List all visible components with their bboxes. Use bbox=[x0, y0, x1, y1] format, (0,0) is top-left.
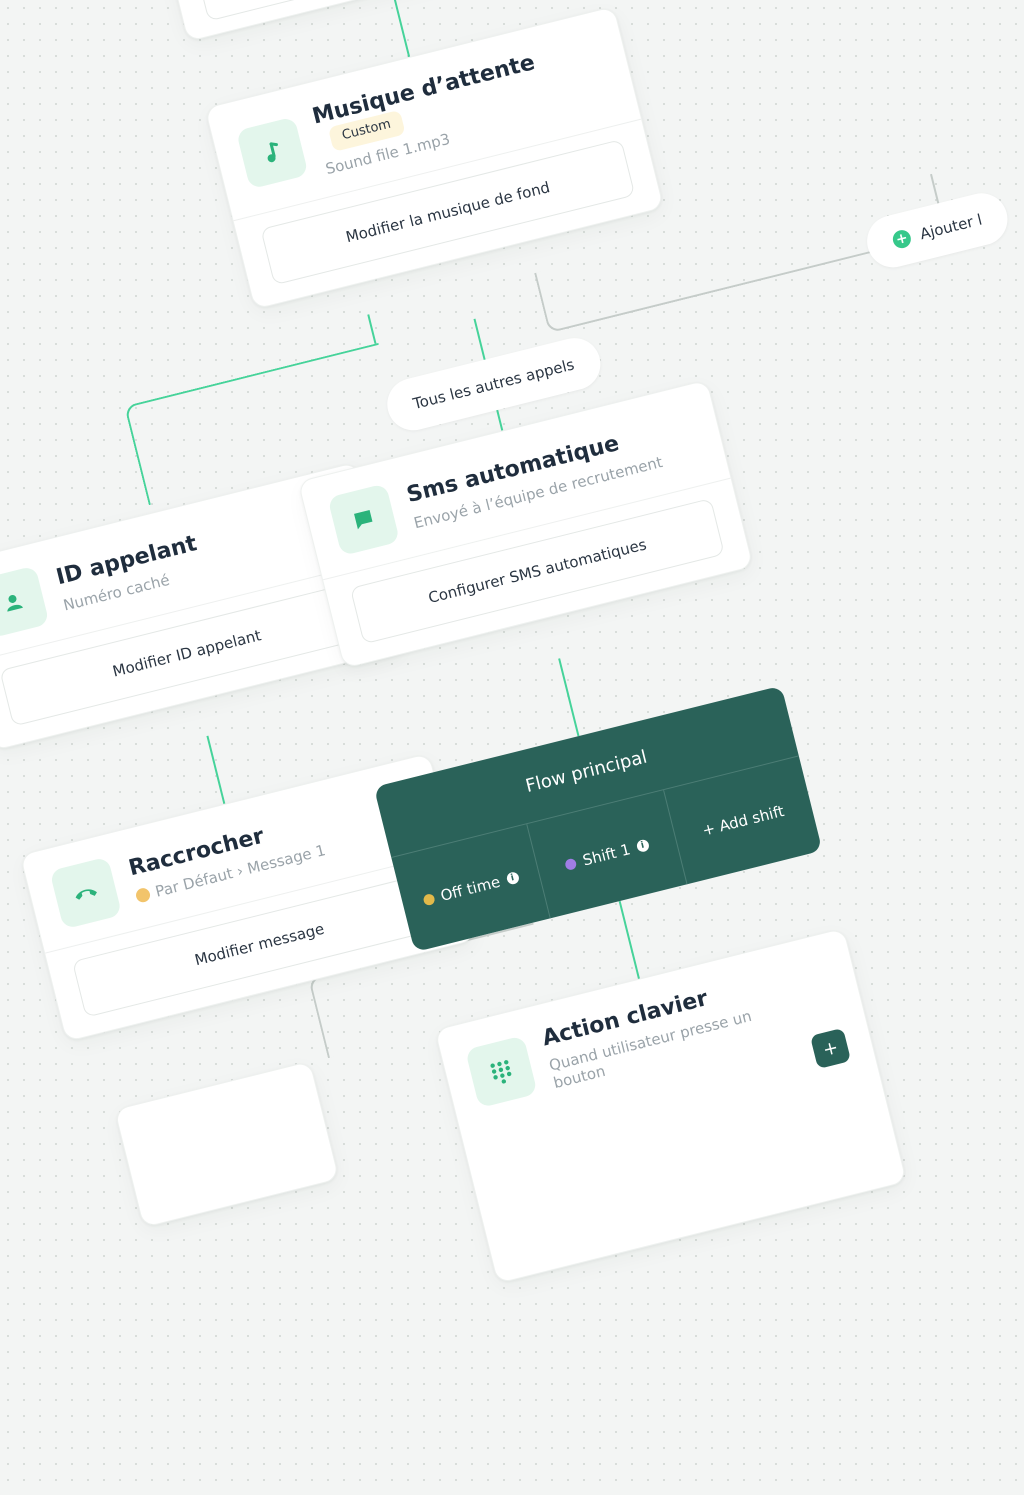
keypad-icon bbox=[464, 1035, 538, 1108]
connector bbox=[618, 900, 640, 979]
off-time-dot bbox=[422, 892, 436, 906]
chat-bubble-icon bbox=[327, 483, 401, 557]
info-icon[interactable]: i bbox=[635, 838, 650, 854]
add-branch-label: Ajouter l bbox=[918, 210, 984, 244]
shift1-dot bbox=[564, 857, 578, 871]
music-note-icon bbox=[236, 116, 309, 190]
card-button[interactable] bbox=[194, 0, 570, 22]
caller-id-icon bbox=[0, 565, 50, 639]
shift1-label: Shift 1 bbox=[580, 840, 633, 870]
card-partial-bottom-left bbox=[114, 1060, 340, 1228]
connector bbox=[558, 658, 580, 737]
connector bbox=[206, 735, 226, 805]
info-icon[interactable]: i bbox=[505, 871, 520, 886]
plus-circle-icon: + bbox=[890, 228, 913, 251]
connector bbox=[391, 0, 411, 58]
flow-principal-block: Flow principal Off time i Shift 1 i + Ad… bbox=[373, 685, 823, 953]
connector bbox=[367, 313, 379, 344]
phone-hangup-icon bbox=[49, 856, 123, 930]
flow-canvas: Musique d’attenteCustom Sound file 1.mp3… bbox=[0, 0, 1024, 1490]
face-emoji-icon bbox=[134, 886, 152, 904]
off-time-label: Off time bbox=[438, 872, 503, 905]
branch-label-text: Tous les autres appels bbox=[411, 355, 577, 413]
